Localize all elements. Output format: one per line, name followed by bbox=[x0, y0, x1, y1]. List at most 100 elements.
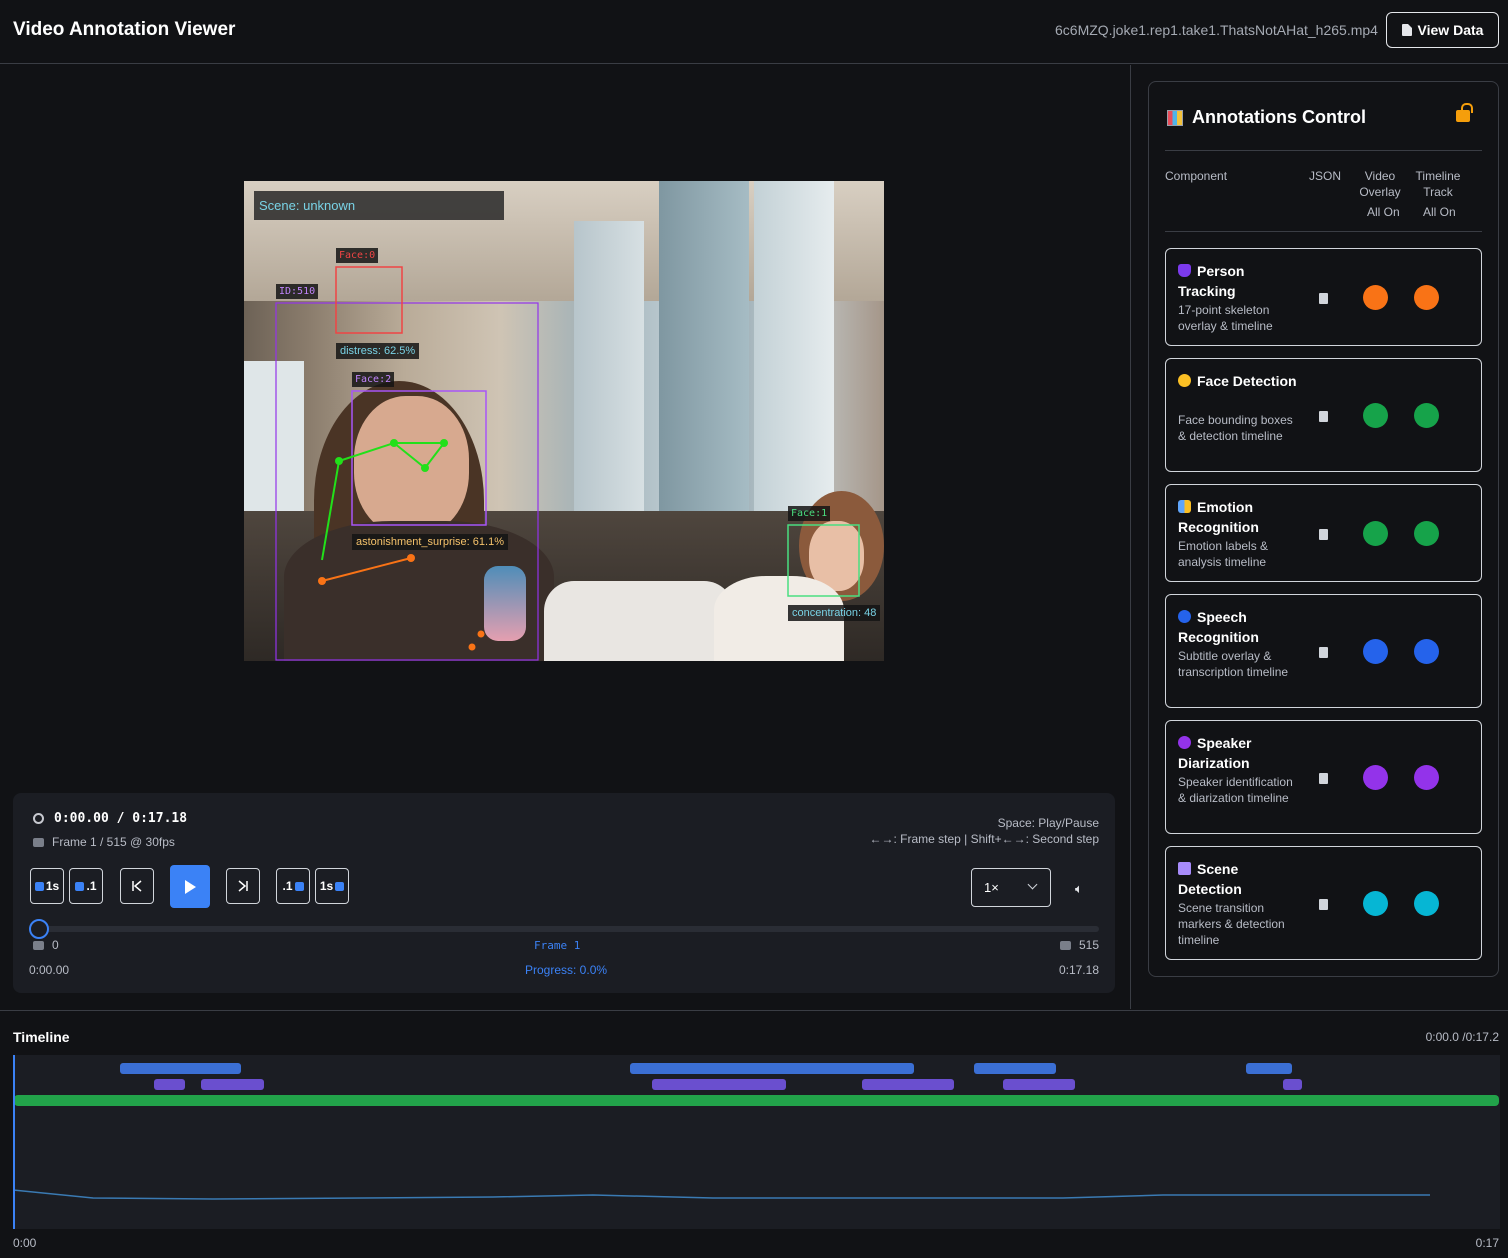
video-frame[interactable]: Scene: unknown Face:0 ID:510 Face:2 Face… bbox=[244, 181, 884, 661]
next-frame-button[interactable] bbox=[226, 868, 260, 904]
view-data-button[interactable]: View Data bbox=[1386, 12, 1499, 48]
seek-min-value: 0 bbox=[52, 938, 59, 952]
timeline-toggle-emotion[interactable] bbox=[1414, 521, 1439, 546]
face-box-2 bbox=[351, 390, 487, 526]
timeline-toggle-speaker[interactable] bbox=[1414, 765, 1439, 790]
speech-segment bbox=[974, 1063, 1056, 1074]
json-icon[interactable] bbox=[1319, 529, 1328, 540]
card-emotion-recognition: Emotion Recognition Emotion labels & ana… bbox=[1165, 484, 1482, 582]
timeline-toggle-person[interactable] bbox=[1414, 285, 1439, 310]
column-header-timeline-track: Timeline Track bbox=[1415, 169, 1461, 199]
card-speaker-diarization: Speaker Diarization Speaker identificati… bbox=[1165, 720, 1482, 834]
card-face-detection: Face Detection Face bounding boxes & det… bbox=[1165, 358, 1482, 472]
speaker-segment bbox=[201, 1079, 264, 1090]
divider bbox=[1165, 231, 1482, 232]
timeline-start: 0:00 bbox=[13, 1236, 37, 1250]
emotion-line bbox=[13, 1189, 1430, 1200]
card-title: Scene Detection bbox=[1178, 859, 1298, 899]
button-label: 1s bbox=[319, 879, 334, 893]
person-id-label: ID:510 bbox=[276, 284, 319, 299]
timeline-end: 0:17 bbox=[1475, 1236, 1499, 1250]
fast-forward-icon bbox=[335, 881, 345, 891]
emotion-label-astonishment: astonishment_surprise: 61.1% bbox=[352, 534, 508, 550]
column-header-json: JSON bbox=[1309, 169, 1342, 183]
seek-max: 515 bbox=[1059, 938, 1099, 952]
face-box-1 bbox=[787, 524, 860, 597]
film-icon bbox=[33, 940, 44, 950]
rewind-icon bbox=[34, 881, 44, 891]
seek-min: 0 bbox=[33, 938, 59, 952]
json-icon[interactable] bbox=[1319, 773, 1328, 784]
seek-max-value: 515 bbox=[1078, 938, 1099, 952]
overlay-toggle-speech[interactable] bbox=[1363, 639, 1388, 664]
panel-title-text: Annotations Control bbox=[1192, 107, 1366, 127]
overlay-toggle-scene[interactable] bbox=[1363, 891, 1388, 916]
keypoint bbox=[390, 439, 398, 447]
keypoint bbox=[407, 554, 415, 562]
card-person-tracking: Person Tracking 17-point skeleton overla… bbox=[1165, 248, 1482, 346]
timeline-toggle-speech[interactable] bbox=[1414, 639, 1439, 664]
face-label-2: Face:2 bbox=[352, 372, 395, 387]
card-description: Face bounding boxes & detection timeline bbox=[1178, 413, 1293, 443]
film-icon bbox=[33, 837, 44, 847]
shortcut-line: Space: Play/Pause bbox=[997, 816, 1099, 830]
smiley-icon bbox=[1178, 374, 1191, 387]
card-description: 17-point skeleton overlay & timeline bbox=[1178, 303, 1273, 333]
annotations-control-panel: Annotations Control Component JSON Video… bbox=[1148, 81, 1499, 977]
scene-track bbox=[14, 1095, 1499, 1106]
seek-bar[interactable] bbox=[33, 926, 1099, 932]
speaker-segment bbox=[652, 1079, 786, 1090]
speaker-segment bbox=[862, 1079, 954, 1090]
keypoint bbox=[318, 577, 326, 585]
overlay-toggle-speaker[interactable] bbox=[1363, 765, 1388, 790]
speech-segment bbox=[1246, 1063, 1292, 1074]
json-icon[interactable] bbox=[1319, 411, 1328, 422]
card-scene-detection: Scene Detection Scene transition markers… bbox=[1165, 846, 1482, 960]
shortcut-line: ←→: Frame step | Shift+←→: Second step bbox=[869, 832, 1099, 846]
previous-frame-button[interactable] bbox=[120, 868, 154, 904]
time-readout: 0:00.00 / 0:17.18 bbox=[54, 811, 188, 826]
overlay-toggle-face[interactable] bbox=[1363, 403, 1388, 428]
forward-1s-button[interactable]: 1s bbox=[315, 868, 349, 904]
overlay-toggle-person[interactable] bbox=[1363, 285, 1388, 310]
json-icon[interactable] bbox=[1319, 293, 1328, 304]
card-description: Emotion labels & analysis timeline bbox=[1178, 539, 1269, 569]
timeline-toggle-scene[interactable] bbox=[1414, 891, 1439, 916]
rewind-icon bbox=[75, 881, 85, 891]
skip-forward-icon bbox=[238, 880, 248, 892]
timeline-canvas[interactable] bbox=[13, 1055, 1500, 1229]
column-header-component: Component bbox=[1165, 169, 1228, 183]
speech-segment bbox=[120, 1063, 241, 1074]
json-icon[interactable] bbox=[1319, 647, 1328, 658]
overlay-toggle-emotion[interactable] bbox=[1363, 521, 1388, 546]
clapper-icon bbox=[1178, 862, 1191, 875]
card-title: Person Tracking bbox=[1178, 261, 1298, 301]
card-description: Scene transition markers & detection tim… bbox=[1178, 901, 1285, 947]
all-on-timeline-toggle[interactable]: All On bbox=[1423, 205, 1456, 219]
app-header: Video Annotation Viewer 6c6MZQ.joke1.rep… bbox=[0, 0, 1508, 64]
play-button[interactable] bbox=[170, 865, 210, 908]
all-on-overlay-toggle[interactable]: All On bbox=[1367, 205, 1400, 219]
back-01s-button[interactable]: .1 bbox=[69, 868, 103, 904]
blue-circle-icon bbox=[1178, 610, 1191, 623]
back-1s-button[interactable]: 1s bbox=[30, 868, 64, 904]
forward-01s-button[interactable]: .1 bbox=[276, 868, 310, 904]
volume-icon[interactable]: 🔈︎ bbox=[1075, 881, 1083, 897]
time-start: 0:00.00 bbox=[29, 963, 70, 977]
emotion-label-distress: distress: 62.5% bbox=[336, 343, 420, 359]
unlock-icon[interactable] bbox=[1456, 103, 1473, 122]
seek-handle[interactable] bbox=[29, 919, 49, 939]
playback-speed-select[interactable]: 1× bbox=[971, 868, 1051, 907]
json-icon[interactable] bbox=[1319, 899, 1328, 910]
fast-forward-icon bbox=[294, 881, 304, 891]
person-icon bbox=[1178, 264, 1191, 277]
speed-value: 1× bbox=[984, 880, 999, 895]
timeline-toggle-face[interactable] bbox=[1414, 403, 1439, 428]
button-label: .1 bbox=[282, 879, 293, 893]
card-speech-recognition: Speech Recognition Subtitle overlay & tr… bbox=[1165, 594, 1482, 708]
progress-text: Progress: 0.0% bbox=[525, 963, 608, 977]
timeline-tracks[interactable] bbox=[13, 1055, 1500, 1229]
play-icon bbox=[184, 879, 196, 894]
keypoint bbox=[468, 643, 476, 651]
card-title: Speaker Diarization bbox=[1178, 733, 1298, 773]
